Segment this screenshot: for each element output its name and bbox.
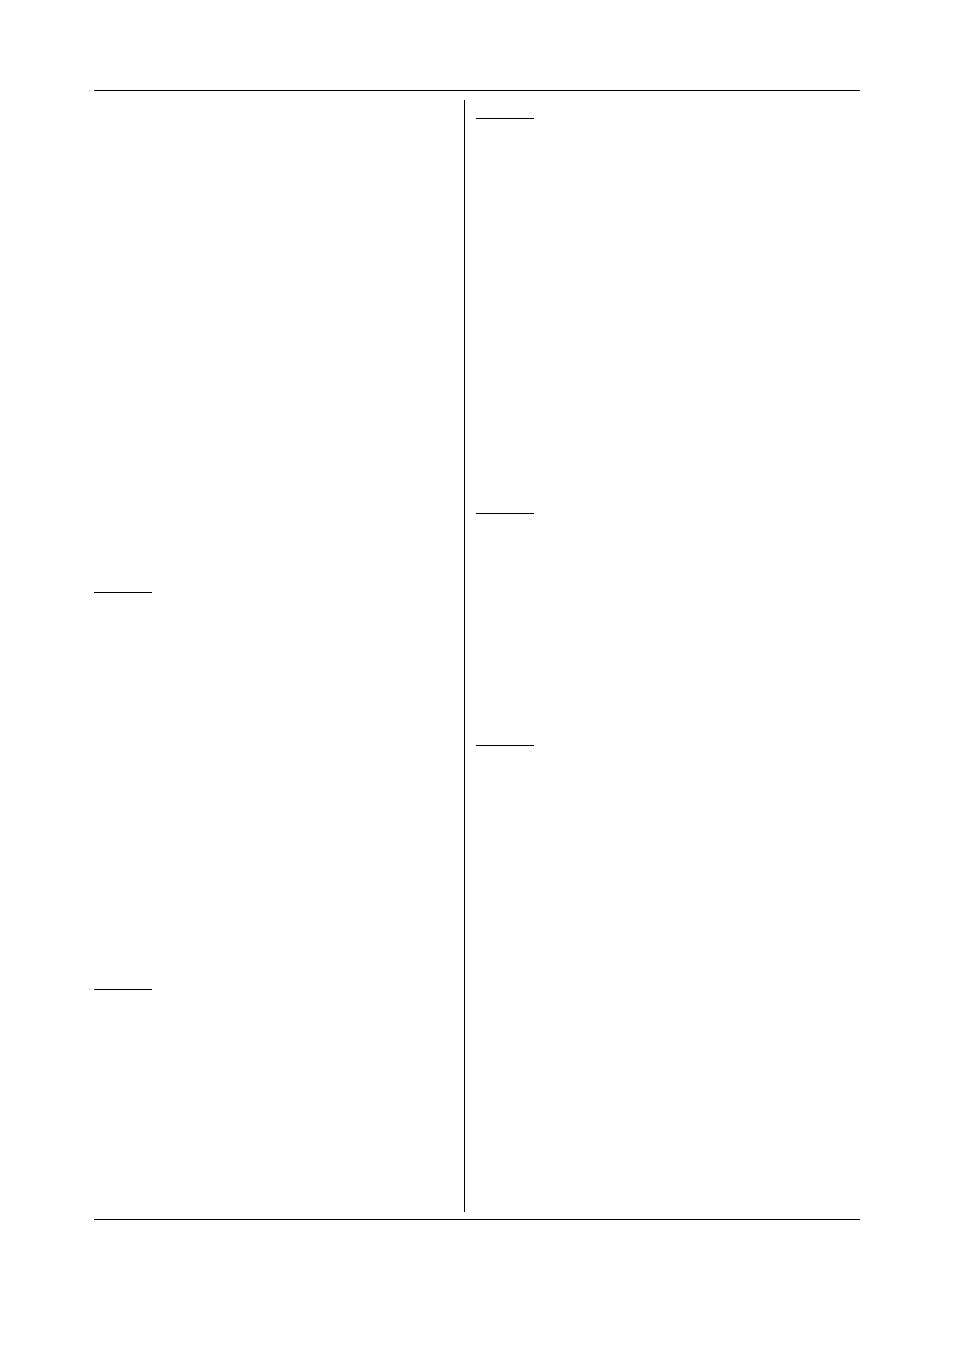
- section-rule-right-3: [476, 745, 534, 746]
- section-rule-right-2: [476, 513, 534, 514]
- column-divider: [464, 100, 465, 1212]
- section-rule-left-2: [94, 989, 152, 990]
- page-frame: [94, 90, 860, 1220]
- section-rule-right-1: [476, 118, 534, 119]
- section-rule-left-1: [94, 592, 152, 593]
